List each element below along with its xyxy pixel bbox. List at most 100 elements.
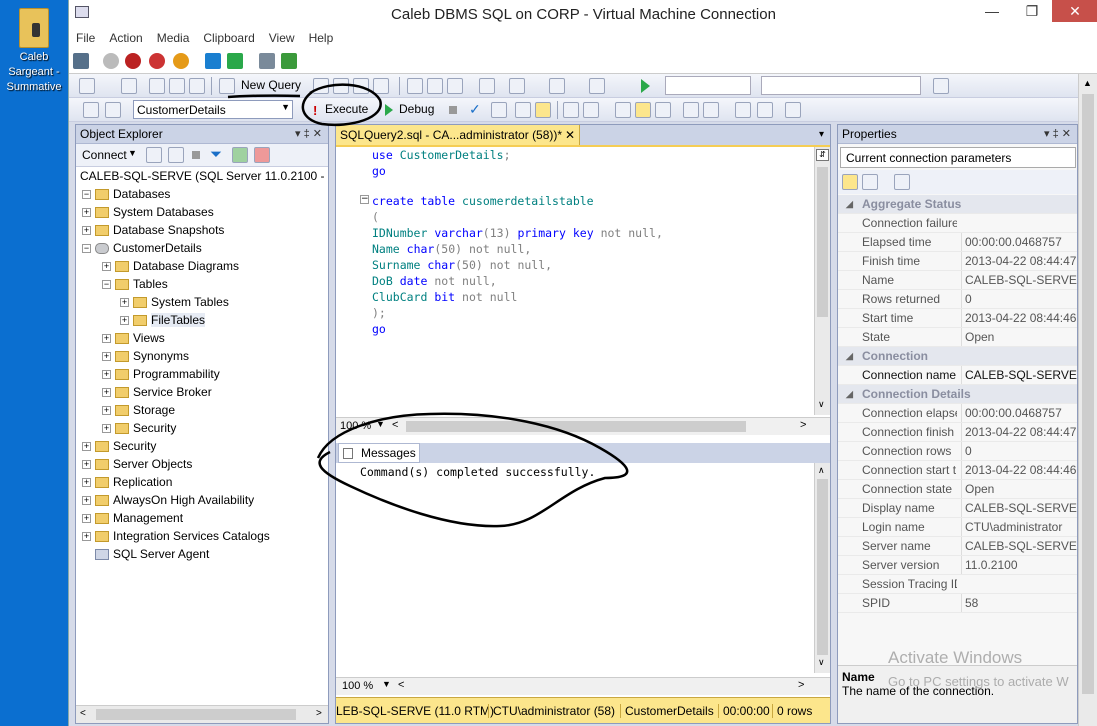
- run-icon[interactable]: [641, 79, 650, 93]
- mdx-query-icon[interactable]: [333, 78, 349, 94]
- menu-help[interactable]: Help: [302, 28, 341, 45]
- start-icon[interactable]: [103, 53, 119, 69]
- expand-icon[interactable]: +: [82, 460, 91, 470]
- activity-monitor-icon[interactable]: [254, 147, 270, 163]
- property-row[interactable]: Connection failure: [838, 214, 1077, 233]
- expand-icon[interactable]: +: [120, 298, 129, 308]
- snapshot-icon[interactable]: [259, 53, 275, 69]
- copy-icon[interactable]: [427, 78, 443, 94]
- property-row[interactable]: Name CALEB-SQL-SERVE: [838, 271, 1077, 290]
- property-row[interactable]: Connection rows 0: [838, 442, 1077, 461]
- expand-icon[interactable]: +: [82, 496, 91, 506]
- property-category[interactable]: ◢ Connection: [838, 347, 1077, 366]
- refresh-icon[interactable]: [232, 147, 248, 163]
- property-row[interactable]: Connection finish 2013-04-22 08:44:47 P: [838, 423, 1077, 442]
- tree-node-storage[interactable]: + Storage: [102, 401, 175, 419]
- db-engine-query-icon[interactable]: [313, 78, 329, 94]
- available-databases-select[interactable]: CustomerDetails ▼: [133, 100, 293, 119]
- collapse-icon[interactable]: −: [102, 280, 111, 290]
- results-to-icon[interactable]: [491, 102, 507, 118]
- tree-node-system-tables[interactable]: + System Tables: [120, 293, 229, 311]
- redo-icon[interactable]: [509, 78, 525, 94]
- close-button[interactable]: ✕: [1052, 0, 1097, 22]
- query-options-icon[interactable]: [535, 102, 551, 118]
- ctrl-alt-del-icon[interactable]: [73, 53, 89, 69]
- expand-icon[interactable]: +: [102, 424, 111, 434]
- new-query-button[interactable]: New Query: [241, 78, 301, 92]
- comment-icon[interactable]: [683, 102, 699, 118]
- property-row[interactable]: Server version 11.0.2100: [838, 556, 1077, 575]
- property-row[interactable]: Connection state Open: [838, 480, 1077, 499]
- chevron-down-icon[interactable]: ▼: [382, 679, 391, 689]
- editor-vertical-scrollbar[interactable]: ⇵ ∨: [814, 147, 830, 415]
- tab-menu-icon[interactable]: ▾: [819, 129, 824, 140]
- menu-action[interactable]: Action: [102, 28, 149, 45]
- scroll-thumb[interactable]: [406, 421, 746, 432]
- property-row[interactable]: Connection name CALEB-SQL-SERVE (CT: [838, 366, 1077, 385]
- scroll-thumb[interactable]: [1082, 94, 1094, 694]
- expand-icon[interactable]: +: [82, 442, 91, 452]
- tree-node-replication[interactable]: + Replication: [82, 473, 172, 491]
- tree-node-management[interactable]: + Management: [82, 509, 183, 527]
- tab-sqlquery2[interactable]: SQLQuery2.sql - CA...administrator (58))…: [336, 125, 580, 145]
- connect-icon[interactable]: [83, 102, 99, 118]
- menu-media[interactable]: Media: [150, 28, 197, 45]
- tree-node-programmability[interactable]: + Programmability: [102, 365, 220, 383]
- connect-object-icon[interactable]: [146, 147, 162, 163]
- tree-node-sql-agent[interactable]: SQL Server Agent: [82, 545, 209, 563]
- tree-node-server[interactable]: CALEB-SQL-SERVE (SQL Server 11.0.2100 - …: [80, 167, 328, 185]
- scroll-left-icon[interactable]: <: [392, 419, 398, 431]
- property-row[interactable]: Finish time 2013-04-22 08:44:47 P: [838, 252, 1077, 271]
- tree-node-integration-services[interactable]: + Integration Services Catalogs: [82, 527, 270, 545]
- expand-icon[interactable]: +: [102, 406, 111, 416]
- revert-icon[interactable]: [281, 53, 297, 69]
- properties-object-select[interactable]: Current connection parameters: [840, 147, 1076, 168]
- change-connection-icon[interactable]: [105, 102, 121, 118]
- add-item-icon[interactable]: [121, 78, 137, 94]
- filter-icon[interactable]: ⏷: [210, 146, 222, 163]
- property-row[interactable]: Server name CALEB-SQL-SERVE: [838, 537, 1077, 556]
- execute-button[interactable]: Execute: [325, 102, 368, 116]
- property-row[interactable]: Rows returned 0: [838, 290, 1077, 309]
- messages-vertical-scrollbar[interactable]: ∧ ∨: [814, 463, 830, 673]
- tree-node-db-security[interactable]: + Security: [102, 419, 176, 437]
- find-icon[interactable]: [589, 78, 605, 94]
- property-row[interactable]: Connection elapsed 00:00:00.0468757: [838, 404, 1077, 423]
- property-category[interactable]: ◢ Aggregate Status: [838, 195, 1077, 214]
- expand-icon[interactable]: +: [102, 352, 111, 362]
- expand-icon[interactable]: +: [120, 316, 129, 326]
- expand-icon[interactable]: +: [82, 532, 91, 542]
- scroll-down-icon[interactable]: ∨: [818, 399, 825, 410]
- title-bar[interactable]: Caleb DBMS SQL on CORP - Virtual Machine…: [69, 0, 1097, 28]
- fold-icon[interactable]: −: [360, 195, 369, 204]
- stop-icon[interactable]: [192, 151, 200, 159]
- expand-icon[interactable]: +: [102, 370, 111, 380]
- scroll-left-icon[interactable]: <: [398, 679, 404, 691]
- property-row[interactable]: SPID 58: [838, 594, 1077, 613]
- scroll-left-icon[interactable]: <: [80, 708, 86, 719]
- display-plan-icon[interactable]: [515, 102, 531, 118]
- tree-node-database-snapshots[interactable]: + Database Snapshots: [82, 221, 224, 239]
- property-row[interactable]: Connection start t 2013-04-22 08:44:46 P: [838, 461, 1077, 480]
- uncomment-icon[interactable]: [703, 102, 719, 118]
- tree-node-customerdetails[interactable]: − CustomerDetails: [82, 239, 202, 257]
- zoom-level[interactable]: 100 %: [340, 420, 371, 432]
- menu-clipboard[interactable]: Clipboard: [196, 28, 261, 45]
- debug-button[interactable]: Debug: [399, 102, 434, 116]
- solution-config-select[interactable]: [665, 76, 751, 95]
- results-text-icon[interactable]: [615, 102, 631, 118]
- expand-icon[interactable]: +: [102, 334, 111, 344]
- property-pages-icon[interactable]: [894, 174, 910, 190]
- scroll-right-icon[interactable]: >: [316, 708, 322, 719]
- new-item-icon[interactable]: [79, 78, 95, 94]
- scroll-thumb[interactable]: [96, 709, 296, 720]
- expand-icon[interactable]: +: [82, 208, 91, 218]
- pin-icon[interactable]: ▾ ‡ ✕: [1044, 127, 1071, 140]
- new-query-icon[interactable]: [219, 78, 235, 94]
- close-tab-icon[interactable]: ✕: [565, 128, 575, 142]
- menu-file[interactable]: File: [69, 28, 102, 45]
- cut-icon[interactable]: [407, 78, 423, 94]
- expand-icon[interactable]: +: [82, 478, 91, 488]
- parse-icon[interactable]: ✓: [469, 101, 481, 118]
- stop-icon[interactable]: [449, 106, 457, 114]
